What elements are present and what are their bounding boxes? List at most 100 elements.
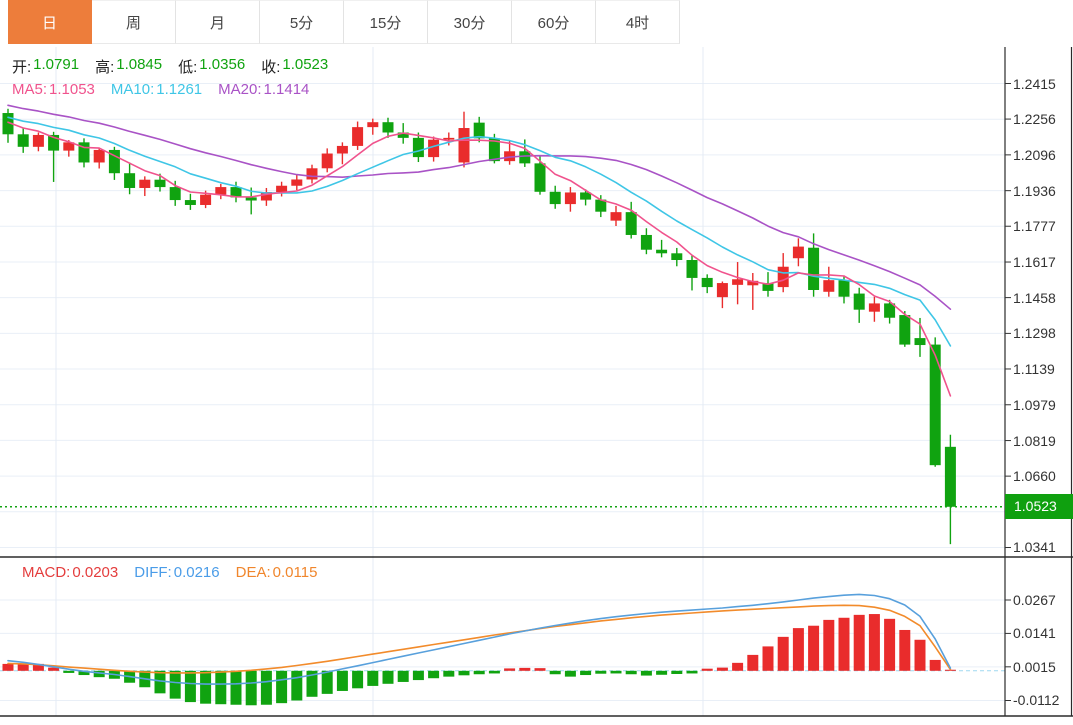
candle-down [154,179,166,188]
price-axis-label: 1.0819 [1013,432,1056,449]
ma20-label: MA20: [218,81,262,98]
macd-hist-up [732,662,744,671]
macd-hist-down [640,670,652,676]
macd-hist-up [899,629,911,671]
macd-readout: MACD: 0.0203 DIFF: 0.0216 DEA: 0.0115 [22,564,333,581]
tab-5min[interactable]: 5分 [260,0,344,44]
macd-hist-down [625,670,637,675]
macd-hist-up [777,636,789,671]
price-axis-label: 1.1936 [1013,182,1056,199]
macd-hist-down [428,670,440,679]
macd-hist-down [169,670,181,699]
candle-up [276,185,288,193]
macd-hist-up [884,618,896,671]
candle-down [701,277,713,288]
macd-hist-down [276,670,288,704]
candle-up [868,303,880,312]
close-label: 收: [261,59,281,76]
price-axis-label: 1.0660 [1013,468,1056,485]
macd-axis-label: 0.0267 [1013,591,1056,608]
low-label: 低: [178,59,198,76]
price-axis-label: 1.1617 [1013,254,1056,271]
macd-hist-down [336,670,348,691]
price-axis-label: 1.1777 [1013,218,1056,235]
tab-4hour[interactable]: 4时 [596,0,680,44]
candle-down [808,247,820,290]
macd-hist-up [823,619,835,671]
macd-hist-down [458,670,470,676]
candle-down [656,249,668,254]
macd-hist-up [792,628,804,671]
macd-hist-up [808,625,820,671]
candle-up [777,266,789,288]
price-axis-label: 1.2096 [1013,146,1056,163]
macd-hist-down [473,670,485,675]
tab-month[interactable]: 月 [176,0,260,44]
candle-up [443,137,455,140]
dea-value: 0.0115 [272,564,318,581]
macd-hist-down [367,670,379,686]
candle-up [336,145,348,154]
tab-week[interactable]: 周 [92,0,176,44]
tab-60min[interactable]: 60分 [512,0,596,44]
candle-down [686,260,698,278]
macd-hist-up [853,614,865,671]
price-axis-label: 1.1298 [1013,325,1056,342]
candle-up [352,127,364,146]
macd-hist-down [488,670,500,674]
price-axis-label: 1.2256 [1013,111,1056,128]
candle-down [625,212,637,235]
high-value: 1.0845 [116,56,163,73]
candle-down [944,446,956,507]
macd-hist-down [321,670,333,694]
macd-axis-label: -0.0112 [1013,692,1060,709]
diff-value: 0.0216 [173,564,220,581]
candle-down [17,134,29,147]
macd-hist-down [200,670,212,704]
candle-down [519,151,531,164]
macd-hist-down [184,670,196,703]
candle-down [853,293,865,310]
macd-hist-up [534,668,546,671]
macd-hist-up [519,667,531,671]
macd-hist-up [762,646,774,671]
close-value: 1.0523 [282,56,329,73]
candle-down [124,173,136,188]
ma10-line [7,116,952,347]
low-value: 1.0356 [199,56,246,73]
candle-up [458,128,470,163]
open-value: 1.0791 [33,56,80,73]
candle-down [671,253,683,261]
candle-down [929,344,941,466]
price-axis-label: 1.0341 [1013,539,1056,556]
candle-up [610,212,622,221]
tab-30min[interactable]: 30分 [428,0,512,44]
tab-15min[interactable]: 15分 [344,0,428,44]
macd-hist-down [260,670,272,705]
candle-up [306,168,318,180]
open-label: 开: [12,59,32,76]
macd-hist-down [443,670,455,677]
price-axis-label: 1.0979 [1013,396,1056,413]
macd-hist-up [838,617,850,671]
macd-hist-up [701,668,713,671]
candle-down [534,163,546,192]
candle-up [139,179,151,188]
macd-hist-down [686,670,698,674]
price-axis-label: 1.1139 [1013,360,1055,377]
candle-up [716,283,728,298]
candle-down [899,315,911,345]
tab-day[interactable]: 日 [8,0,92,44]
macd-hist-down [580,670,592,676]
candle-up [291,179,303,186]
candle-up [792,246,804,259]
candle-up [367,122,379,128]
macd-hist-up [2,663,14,671]
candle-up [823,280,835,292]
macd-hist-up [747,654,759,671]
macd-hist-down [63,670,75,673]
ma5-label: MA5: [12,81,48,98]
chart-canvas[interactable] [0,0,1073,725]
macd-hist-down [595,670,607,674]
macd-hist-down [245,670,257,706]
